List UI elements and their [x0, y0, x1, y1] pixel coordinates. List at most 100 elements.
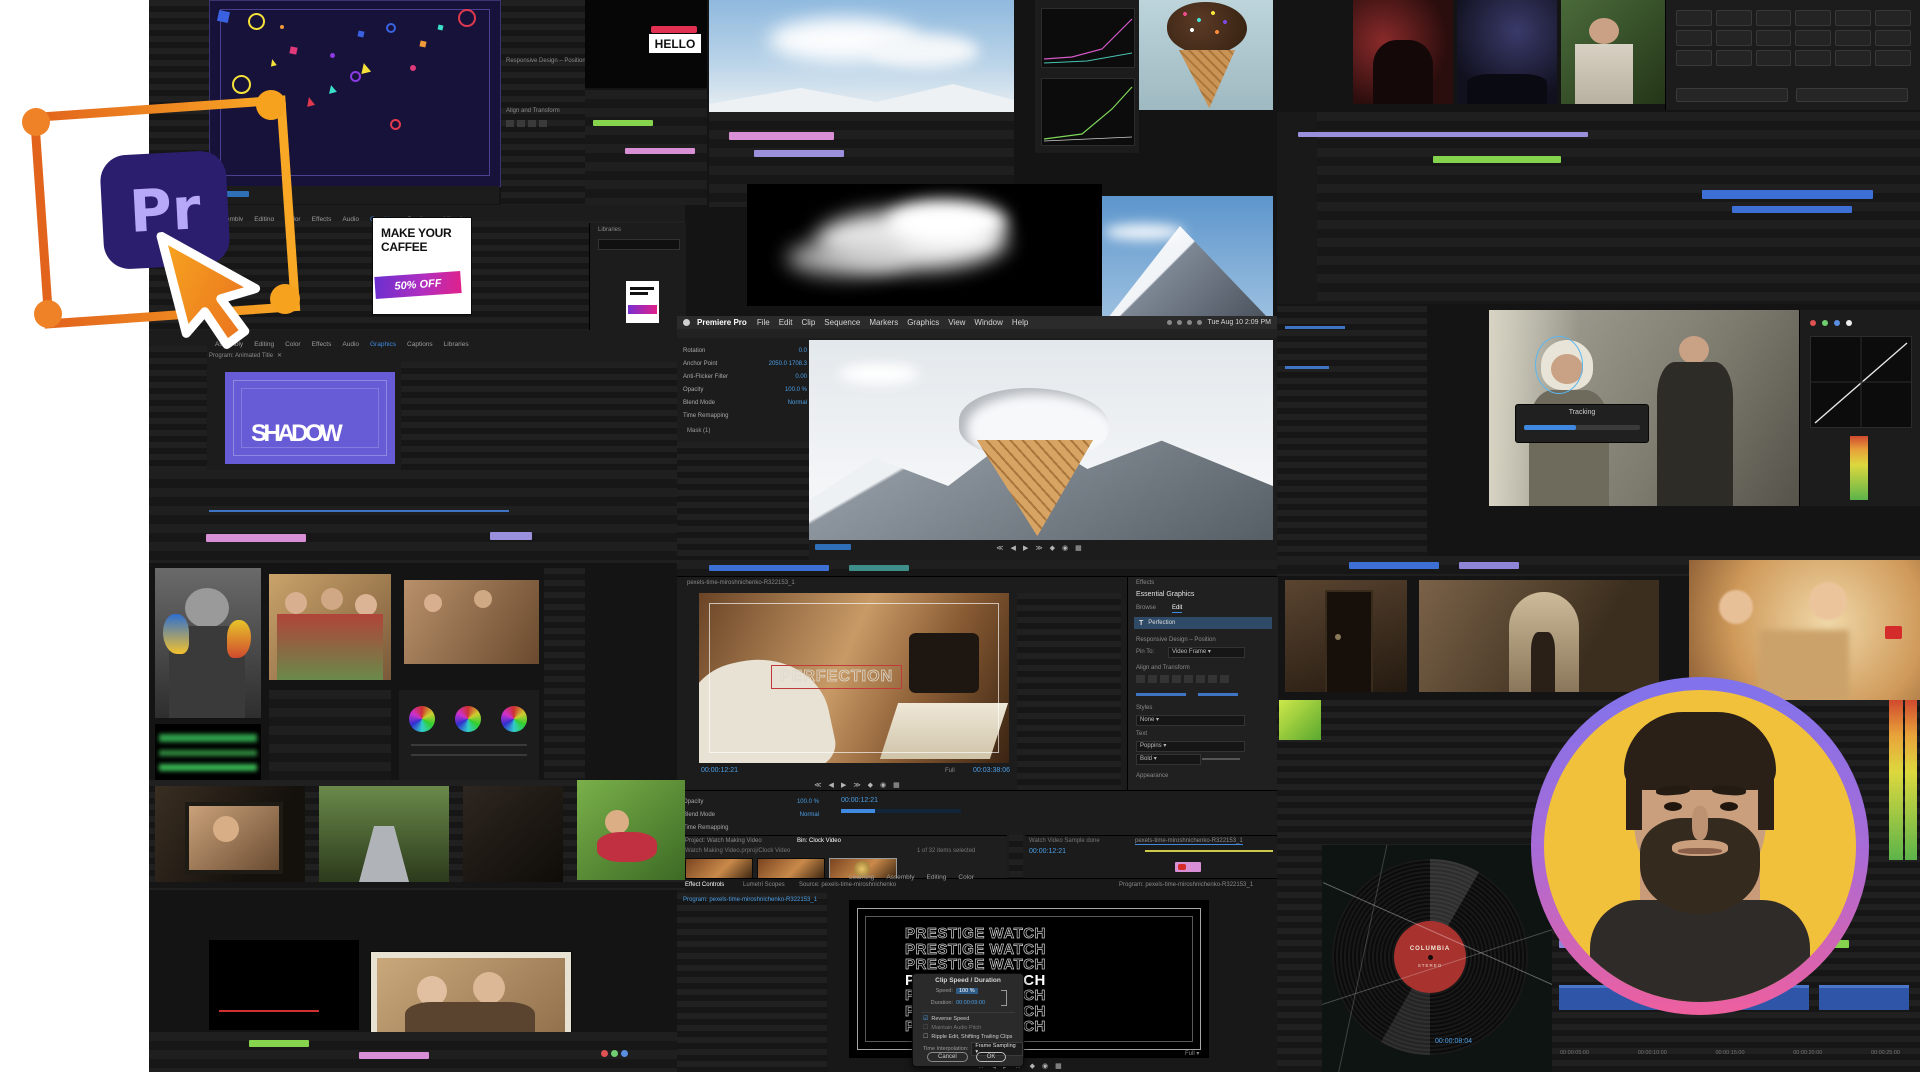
effects-panel-tab[interactable]: Effects	[1136, 580, 1154, 586]
menu-item[interactable]: Graphics	[907, 318, 939, 327]
panel-button[interactable]	[1795, 50, 1831, 66]
scale-value-slider[interactable]	[1198, 693, 1238, 696]
transport-icon[interactable]: ▶	[841, 781, 846, 789]
panel-button[interactable]	[1875, 30, 1911, 46]
panel-button[interactable]	[1676, 10, 1712, 26]
cancel-button[interactable]: Cancel	[927, 1052, 968, 1062]
workspace-tab[interactable]: Libraries	[444, 341, 469, 348]
mask-row[interactable]: Mask (1)	[687, 428, 710, 434]
maintain-pitch-row[interactable]: ☐ Maintain Audio Pitch	[923, 1024, 981, 1031]
green-channel-dot[interactable]	[1822, 320, 1828, 326]
project-tab[interactable]: Project: Watch Making Video	[685, 838, 762, 844]
position-value-slider[interactable]	[1136, 693, 1186, 696]
bin-tab[interactable]: Bin: Clock Video	[797, 838, 841, 844]
align-icon[interactable]	[1220, 675, 1229, 683]
transport-icon[interactable]: ◆	[1050, 544, 1055, 552]
tab-browse[interactable]: Browse	[1136, 605, 1156, 611]
caffee-mini-thumb[interactable]	[626, 281, 659, 323]
font-style-select[interactable]: Bold ▾	[1136, 754, 1201, 765]
zoom-fit-select[interactable]: Full ▾	[1185, 1050, 1199, 1057]
checkbox-checked-icon[interactable]: ☑	[923, 1015, 928, 1022]
label-dot-blue[interactable]	[621, 1050, 628, 1057]
panel-button[interactable]	[1835, 50, 1871, 66]
align-icon[interactable]	[539, 120, 547, 127]
wide-button[interactable]	[1796, 88, 1908, 102]
wheel-slider[interactable]	[411, 744, 527, 746]
align-icon[interactable]	[506, 120, 514, 127]
panel-button[interactable]	[1756, 50, 1792, 66]
effect-control-row[interactable]: Blend ModeNormal	[683, 396, 807, 409]
midtones-wheel[interactable]	[455, 706, 481, 732]
align-icon[interactable]	[1184, 675, 1193, 683]
scrubber-thumb[interactable]	[841, 809, 875, 813]
workspace-tab[interactable]: Editing	[927, 874, 947, 881]
battery-icon[interactable]	[1187, 320, 1192, 325]
label-dot-red[interactable]	[601, 1050, 608, 1057]
panel-button[interactable]	[1676, 30, 1712, 46]
styles-select[interactable]: None ▾	[1136, 715, 1245, 726]
speed-input[interactable]: 100 %	[956, 988, 978, 994]
panel-button[interactable]	[1676, 50, 1712, 66]
effect-control-row[interactable]: Anchor Point2050.0 1708.3	[683, 357, 807, 370]
transport-icon[interactable]: ≫	[853, 781, 860, 789]
align-icon[interactable]	[1136, 675, 1145, 683]
transport-icon[interactable]: ▦	[893, 781, 900, 789]
bluetooth-icon[interactable]	[1167, 320, 1172, 325]
panel-button[interactable]	[1756, 10, 1792, 26]
panel-button[interactable]	[1716, 50, 1752, 66]
label-dot-green[interactable]	[611, 1050, 618, 1057]
red-channel-dot[interactable]	[1810, 320, 1816, 326]
reverse-speed-row[interactable]: ☑ Reverse Speed	[923, 1015, 969, 1022]
menu-item[interactable]: Markers	[869, 318, 898, 327]
timeline-clip[interactable]	[625, 148, 695, 154]
timeline-clip[interactable]	[1433, 156, 1561, 163]
timeline-clip[interactable]	[1732, 206, 1852, 213]
panel-button[interactable]	[1795, 30, 1831, 46]
menu-item[interactable]: Edit	[779, 318, 793, 327]
effect-control-row[interactable]: Time Remapping	[683, 409, 807, 422]
transport-icon[interactable]: ◆	[1030, 1062, 1035, 1070]
timeline-clip-block[interactable]	[1819, 985, 1909, 1010]
ok-button[interactable]: OK	[976, 1052, 1007, 1062]
transport-icon[interactable]: ◀	[829, 781, 834, 789]
pin-to-select[interactable]: Video Frame ▾	[1168, 647, 1245, 658]
transport-icon[interactable]: ≪	[814, 781, 821, 789]
timeline-clip[interactable]	[249, 1040, 309, 1047]
white-channel-dot[interactable]	[1846, 320, 1852, 326]
ripple-edit-row[interactable]: ☐ Ripple Edit, Shifting Trailing Clips	[923, 1033, 1012, 1040]
clip-tab-label[interactable]: pexels-time-miroshnichenko-R322153_1	[687, 580, 795, 586]
zoom-fit-select[interactable]: Full	[945, 768, 955, 774]
transport-icon[interactable]: ◆	[868, 781, 873, 789]
timeline-timecode[interactable]: 00:00:08:04	[1435, 1038, 1472, 1045]
program-timecode[interactable]: 00:00:12:21	[841, 797, 878, 804]
shadows-wheel[interactable]	[409, 706, 435, 732]
timeline-clip[interactable]	[729, 132, 834, 140]
transport-icon[interactable]: ▦	[1055, 1062, 1062, 1070]
program-timecode[interactable]: 00:00:12:21	[701, 767, 738, 774]
highlights-wheel[interactable]	[501, 706, 527, 732]
panel-button[interactable]	[1716, 30, 1752, 46]
tab-program[interactable]: Program: pexels-time-miroshnichenko-R322…	[1119, 882, 1253, 888]
clip-thumbnail[interactable]	[757, 858, 825, 880]
timeline-timecode[interactable]: 00:00:12:21	[1029, 848, 1066, 855]
panel-button[interactable]	[1835, 10, 1871, 26]
effect-control-row[interactable]: Opacity100.0 %	[683, 383, 807, 396]
effect-control-row[interactable]: Rotation0.0	[683, 344, 807, 357]
app-menu-title[interactable]: Premiere Pro	[697, 318, 747, 327]
timeline-clip[interactable]	[1175, 862, 1201, 872]
align-icon[interactable]	[1208, 675, 1217, 683]
wifi-icon[interactable]	[1177, 320, 1182, 325]
checkbox-unchecked-icon[interactable]: ☐	[923, 1024, 928, 1031]
menu-item[interactable]: View	[948, 318, 965, 327]
timeline-clip[interactable]	[593, 120, 653, 126]
effect-control-row[interactable]: Anti-Flicker Filter0.00	[683, 370, 807, 383]
clip-name-link[interactable]: Program: pexels-time-miroshnichenko-R322…	[683, 897, 817, 903]
panel-button[interactable]	[1875, 50, 1911, 66]
menu-item[interactable]: Help	[1012, 318, 1028, 327]
font-select[interactable]: Poppins ▾	[1136, 741, 1245, 752]
effect-control-row[interactable]: Time Remapping	[683, 821, 819, 834]
transport-icon[interactable]: ◀	[1011, 544, 1016, 552]
panel-button[interactable]	[1835, 30, 1871, 46]
scrubber-track[interactable]	[841, 809, 961, 813]
timeline-clip[interactable]	[1459, 562, 1519, 569]
